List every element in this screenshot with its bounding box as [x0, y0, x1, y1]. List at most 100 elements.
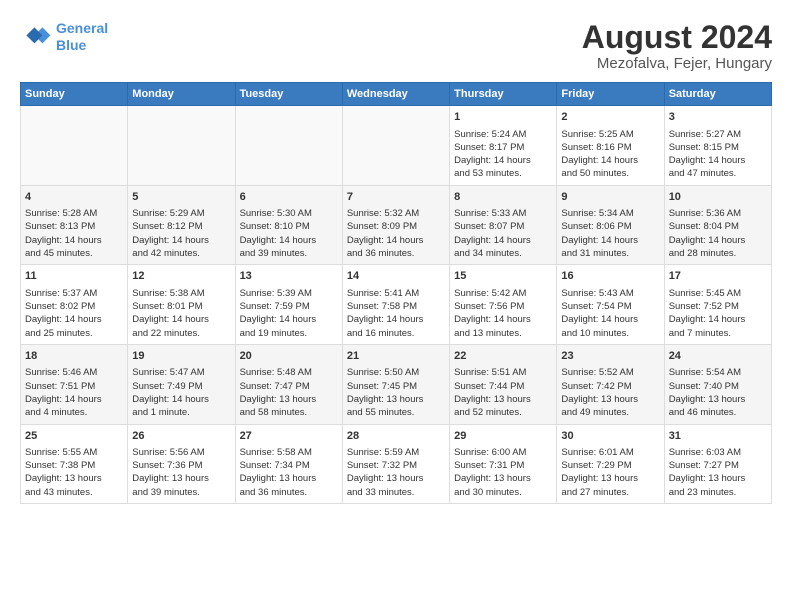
day-info: Daylight: 14 hours [240, 234, 338, 247]
day-info: Daylight: 14 hours [347, 313, 445, 326]
day-info: Daylight: 13 hours [347, 472, 445, 485]
header-row: SundayMondayTuesdayWednesdayThursdayFrid… [21, 83, 772, 106]
day-info: Sunrise: 5:38 AM [132, 287, 230, 300]
day-info: Sunrise: 5:24 AM [454, 128, 552, 141]
day-info: and 39 minutes. [132, 486, 230, 499]
day-info: Sunset: 8:01 PM [132, 300, 230, 313]
day-info: Sunrise: 5:47 AM [132, 366, 230, 379]
day-info: and 45 minutes. [25, 247, 123, 260]
logo-icon [20, 21, 52, 53]
day-cell [21, 106, 128, 186]
day-info: and 55 minutes. [347, 406, 445, 419]
day-number: 26 [132, 429, 230, 444]
day-cell: 15Sunrise: 5:42 AMSunset: 7:56 PMDayligh… [450, 265, 557, 345]
day-info: Daylight: 14 hours [132, 393, 230, 406]
day-cell: 20Sunrise: 5:48 AMSunset: 7:47 PMDayligh… [235, 344, 342, 424]
header-day-monday: Monday [128, 83, 235, 106]
day-info: Sunset: 8:17 PM [454, 141, 552, 154]
week-row-1: 1 Sunrise: 5:24 AMSunset: 8:17 PM Daylight… [21, 106, 772, 186]
day-info: Daylight: 13 hours [669, 472, 767, 485]
day-number: 27 [240, 429, 338, 444]
day-info: Sunrise: 5:54 AM [669, 366, 767, 379]
day-number: 2 [561, 110, 659, 125]
day-number: 22 [454, 349, 552, 364]
day-cell: 6Sunrise: 5:30 AMSunset: 8:10 PMDaylight… [235, 185, 342, 265]
day-info: and 49 minutes. [561, 406, 659, 419]
day-info: and 36 minutes. [347, 247, 445, 260]
day-cell: 24Sunrise: 5:54 AMSunset: 7:40 PMDayligh… [664, 344, 771, 424]
day-info: Sunrise: 5:32 AM [347, 207, 445, 220]
day-info: and 27 minutes. [561, 486, 659, 499]
day-number: 21 [347, 349, 445, 364]
day-info: and 58 minutes. [240, 406, 338, 419]
day-number: 29 [454, 429, 552, 444]
day-info: Sunrise: 5:56 AM [132, 446, 230, 459]
main-title: August 2024 [582, 20, 772, 55]
day-cell: 8Sunrise: 5:33 AMSunset: 8:07 PMDaylight… [450, 185, 557, 265]
day-info: Sunset: 8:02 PM [25, 300, 123, 313]
day-info: Daylight: 13 hours [561, 472, 659, 485]
day-info: Sunset: 7:29 PM [561, 459, 659, 472]
day-cell [342, 106, 449, 186]
day-number: 23 [561, 349, 659, 364]
day-info: Sunrise: 5:28 AM [25, 207, 123, 220]
day-info: Daylight: 13 hours [240, 393, 338, 406]
day-info: Sunset: 7:44 PM [454, 380, 552, 393]
day-info: Daylight: 13 hours [240, 472, 338, 485]
day-info: and 13 minutes. [454, 327, 552, 340]
day-info: Sunrise: 5:27 AM [669, 128, 767, 141]
page: General Blue August 2024 Mezofalva, Feje… [0, 0, 792, 612]
day-info: Sunset: 7:38 PM [25, 459, 123, 472]
day-cell: 25Sunrise: 5:55 AMSunset: 7:38 PMDayligh… [21, 424, 128, 504]
day-info: Daylight: 14 hours [132, 313, 230, 326]
day-info: and 22 minutes. [132, 327, 230, 340]
day-cell: 14Sunrise: 5:41 AMSunset: 7:58 PMDayligh… [342, 265, 449, 345]
day-info: Sunrise: 5:46 AM [25, 366, 123, 379]
day-info: Sunset: 7:52 PM [669, 300, 767, 313]
day-info: Daylight: 14 hours [25, 234, 123, 247]
day-cell: 11Sunrise: 5:37 AMSunset: 8:02 PMDayligh… [21, 265, 128, 345]
logo-text: General Blue [56, 20, 108, 54]
day-info: Sunset: 7:40 PM [669, 380, 767, 393]
day-info: Daylight: 13 hours [454, 393, 552, 406]
day-cell: 22 Sunrise: 5:51 AMSunset: 7:44 PMDayligh… [450, 344, 557, 424]
day-info: Sunrise: 6:00 AM [454, 446, 552, 459]
day-cell: 17Sunrise: 5:45 AMSunset: 7:52 PMDayligh… [664, 265, 771, 345]
day-number: 18 [25, 349, 123, 364]
day-info: Daylight: 14 hours [669, 154, 767, 167]
day-info: Sunrise: 5:34 AM [561, 207, 659, 220]
day-info: Sunrise: 5:58 AM [240, 446, 338, 459]
day-info: Sunrise: 5:59 AM [347, 446, 445, 459]
day-info: Sunset: 7:42 PM [561, 380, 659, 393]
day-info: Sunset: 7:51 PM [25, 380, 123, 393]
day-number: 1 [454, 110, 552, 125]
day-info: Daylight: 14 hours [454, 234, 552, 247]
logo: General Blue [20, 20, 108, 54]
day-cell [235, 106, 342, 186]
day-number: 4 [25, 190, 123, 205]
day-cell: 27Sunrise: 5:58 AMSunset: 7:34 PMDayligh… [235, 424, 342, 504]
day-info: Sunset: 7:56 PM [454, 300, 552, 313]
day-info: and 4 minutes. [25, 406, 123, 419]
day-info: Daylight: 14 hours [561, 313, 659, 326]
day-info: and 10 minutes. [561, 327, 659, 340]
day-info: Sunset: 8:10 PM [240, 220, 338, 233]
day-cell: 23Sunrise: 5:52 AMSunset: 7:42 PMDayligh… [557, 344, 664, 424]
day-info: Daylight: 14 hours [454, 313, 552, 326]
day-number: 31 [669, 429, 767, 444]
day-info: Sunrise: 6:03 AM [669, 446, 767, 459]
day-number: 19 [132, 349, 230, 364]
day-info: Sunrise: 5:42 AM [454, 287, 552, 300]
day-info: Sunset: 8:15 PM [669, 141, 767, 154]
day-number: 24 [669, 349, 767, 364]
header-day-wednesday: Wednesday [342, 83, 449, 106]
header-day-thursday: Thursday [450, 83, 557, 106]
day-info: and 34 minutes. [454, 247, 552, 260]
day-info: and 19 minutes. [240, 327, 338, 340]
day-info: Sunrise: 5:51 AM [454, 366, 552, 379]
day-info: Sunset: 7:27 PM [669, 459, 767, 472]
day-info: Daylight: 14 hours [561, 234, 659, 247]
day-info: Daylight: 14 hours [669, 234, 767, 247]
day-info: Daylight: 14 hours [25, 313, 123, 326]
day-info: Daylight: 14 hours [240, 313, 338, 326]
